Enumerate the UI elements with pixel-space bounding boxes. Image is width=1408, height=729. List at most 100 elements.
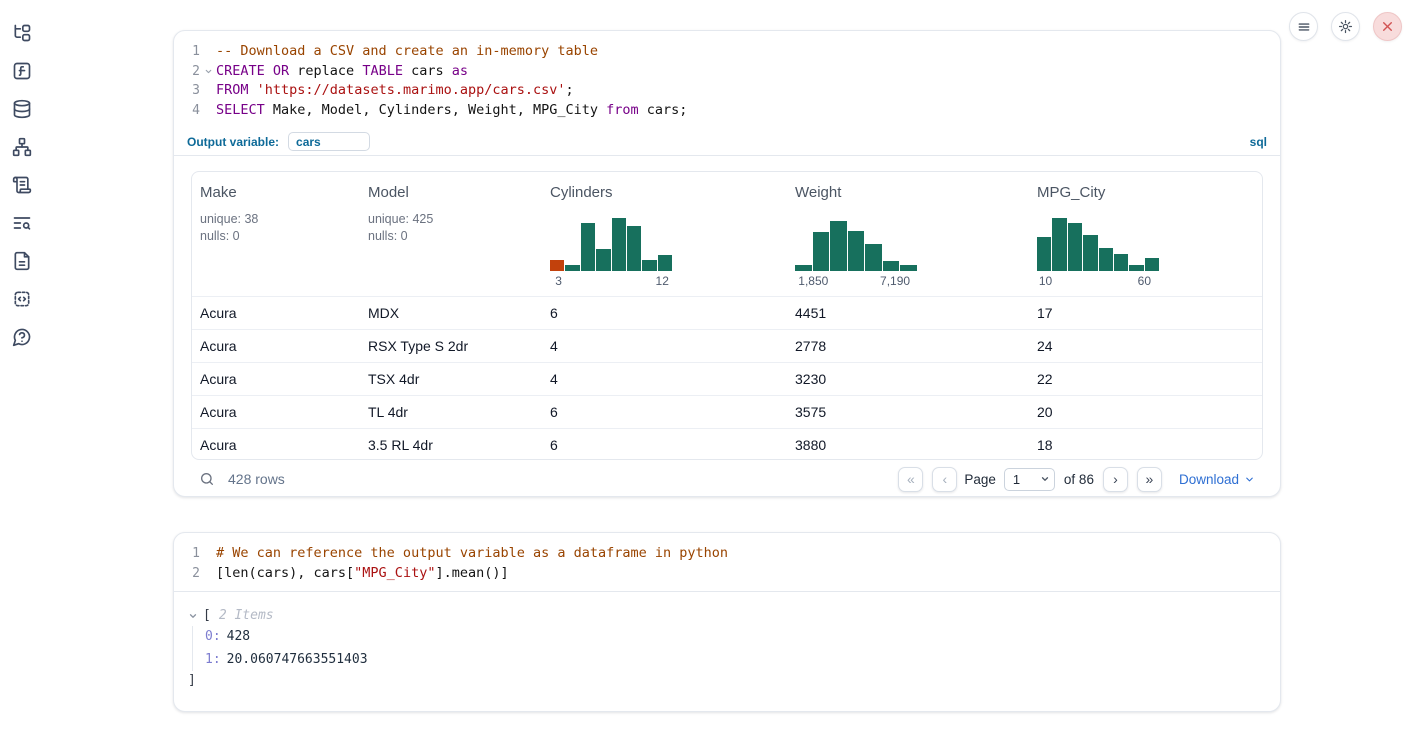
first-page-button[interactable]: « [898, 467, 923, 492]
code-line[interactable]: 2[len(cars), cars["MPG_City"].mean()] [174, 564, 1270, 584]
close-bracket: ] [188, 671, 1280, 690]
shutdown-button[interactable] [1373, 12, 1402, 41]
column-header[interactable]: MPG_City 1060 [1029, 172, 1262, 296]
scroll-icon [12, 175, 32, 195]
histogram-bar[interactable] [642, 260, 656, 271]
fold-gutter [200, 564, 216, 584]
histogram-bar[interactable] [1037, 237, 1051, 271]
column-header[interactable]: Weight1,8507,190 [787, 172, 1029, 296]
histogram-bar[interactable] [627, 226, 641, 271]
sidebar-item-logs[interactable] [11, 212, 33, 234]
column-name: Make [200, 184, 352, 201]
code-line[interactable]: 2CREATE OR replace TABLE cars as [174, 62, 1270, 82]
sidebar-item-file-explorer[interactable] [11, 22, 33, 44]
table-row[interactable]: AcuraMDX6445117 [192, 296, 1262, 329]
table-cell: TL 4dr [360, 404, 542, 420]
next-page-button[interactable]: › [1103, 467, 1128, 492]
table-row[interactable]: AcuraRSX Type S 2dr4277824 [192, 329, 1262, 362]
column-header[interactable]: Makeunique: 38nulls: 0 [192, 172, 360, 296]
code-line[interactable]: 4SELECT Make, Model, Cylinders, Weight, … [174, 101, 1270, 121]
axis-label: 7,190 [880, 274, 910, 288]
histogram-bar[interactable] [900, 265, 917, 272]
line-number: 2 [174, 62, 200, 82]
histogram-bar[interactable] [581, 223, 595, 272]
sidebar-item-scratchpad[interactable] [11, 174, 33, 196]
column-stat: nulls: 0 [368, 228, 534, 245]
histogram-bar[interactable] [1068, 223, 1082, 272]
histogram-bar[interactable] [883, 261, 900, 271]
help-circle-icon [12, 327, 32, 347]
sql-code-editor[interactable]: 1-- Download a CSV and create an in-memo… [174, 31, 1280, 128]
code-line[interactable]: 1-- Download a CSV and create an in-memo… [174, 42, 1270, 62]
output-list-item: 1:20.060747663551403 [205, 649, 1280, 672]
data-table: Makeunique: 38nulls: 0Modelunique: 425nu… [191, 171, 1263, 460]
histogram-bar[interactable] [596, 249, 610, 271]
histogram-bar[interactable] [848, 231, 865, 272]
code-line[interactable]: 1# We can reference the output variable … [174, 544, 1270, 564]
download-button[interactable]: Download [1179, 472, 1255, 487]
last-page-button[interactable]: » [1137, 467, 1162, 492]
page-select-value: 1 [1013, 472, 1020, 487]
sidebar-item-dependencies[interactable] [11, 136, 33, 158]
sidebar-item-variables[interactable] [11, 60, 33, 82]
page-select[interactable]: 1 [1004, 468, 1055, 491]
fold-gutter [200, 81, 216, 101]
fold-gutter [200, 101, 216, 121]
sidebar-item-documentation[interactable] [11, 250, 33, 272]
search-icon[interactable] [199, 471, 215, 487]
sidebar-item-snippets[interactable] [11, 288, 33, 310]
table-row[interactable]: AcuraTSX 4dr4323022 [192, 362, 1262, 395]
histogram-bar[interactable] [1114, 254, 1128, 271]
histogram-bar[interactable] [830, 221, 847, 272]
menu-button[interactable] [1289, 12, 1318, 41]
histogram-bar[interactable] [1083, 235, 1097, 272]
column-histogram: 312 [550, 218, 672, 287]
table-cell: 17 [1029, 305, 1262, 321]
sidebar-item-datasources[interactable] [11, 98, 33, 120]
output-list-item: 0:428 [205, 626, 1280, 649]
table-row[interactable]: Acura3.5 RL 4dr6388018 [192, 428, 1262, 460]
histogram-bar[interactable] [795, 265, 812, 272]
fold-chevron-icon[interactable] [200, 62, 216, 82]
column-name: Model [368, 184, 534, 201]
histogram-bar[interactable] [1099, 248, 1113, 271]
histogram-bar[interactable] [612, 218, 626, 271]
histogram-bar[interactable] [813, 232, 830, 272]
table-cell: MDX [360, 305, 542, 321]
histogram-bar[interactable] [1052, 218, 1066, 271]
table-cell: 20 [1029, 404, 1262, 420]
table-row[interactable]: AcuraTL 4dr6357520 [192, 395, 1262, 428]
code-snippet-icon [12, 289, 32, 309]
histogram-bars [1037, 218, 1159, 271]
axis-label: 10 [1039, 274, 1052, 288]
settings-button[interactable] [1331, 12, 1360, 41]
previous-page-button[interactable]: ‹ [932, 467, 957, 492]
column-histogram: 1060 [1037, 218, 1159, 287]
column-name: MPG_City [1037, 184, 1254, 201]
histogram-bar[interactable] [658, 255, 672, 271]
table-cell: RSX Type S 2dr [360, 338, 542, 354]
item-value: 428 [227, 629, 250, 644]
table-cell: 6 [542, 437, 787, 453]
table-cell: 3575 [787, 404, 1029, 420]
histogram-bar[interactable] [865, 244, 882, 272]
histogram-bar[interactable] [1145, 258, 1159, 271]
output-variable-input[interactable] [288, 132, 370, 151]
code-text: FROM 'https://datasets.marimo.app/cars.c… [216, 81, 574, 101]
chevron-down-icon [1040, 474, 1050, 484]
sidebar-item-help[interactable] [11, 326, 33, 348]
close-icon [1381, 20, 1394, 33]
histogram-bar[interactable] [550, 260, 564, 271]
collapse-chevron-icon[interactable] [188, 611, 198, 621]
python-code-editor[interactable]: 1# We can reference the output variable … [174, 533, 1280, 592]
output-list-header[interactable]: [ 2 Items [188, 608, 1280, 623]
histogram-axis: 1060 [1037, 271, 1159, 287]
histogram-bar[interactable] [1129, 265, 1143, 272]
column-header[interactable]: Modelunique: 425nulls: 0 [360, 172, 542, 296]
column-header[interactable]: Cylinders312 [542, 172, 787, 296]
code-line[interactable]: 3FROM 'https://datasets.marimo.app/cars.… [174, 81, 1270, 101]
open-bracket: [ [203, 608, 211, 623]
item-index: 1: [205, 652, 221, 667]
sql-cell: 1-- Download a CSV and create an in-memo… [173, 30, 1281, 497]
file-text-icon [12, 251, 32, 271]
